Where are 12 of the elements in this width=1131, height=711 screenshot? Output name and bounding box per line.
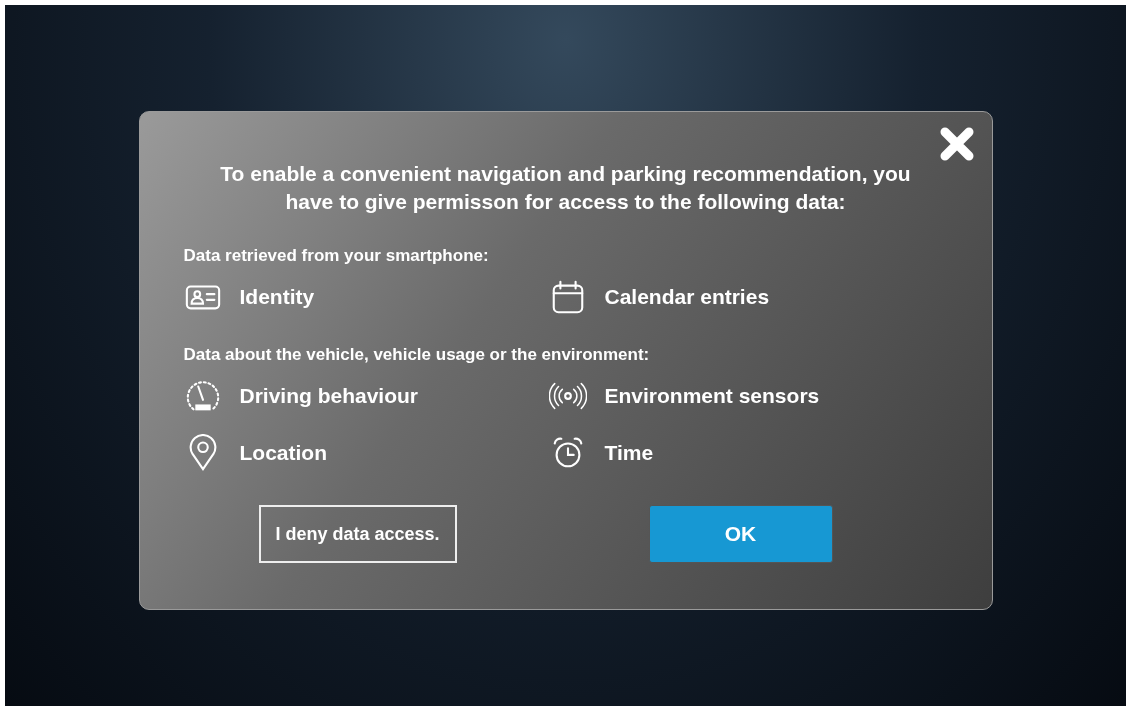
dialog-message: To enable a convenient navigation and parking recommendation, you have to give permisson for access to the following data: [219,161,912,215]
data-type-label: Identity [239,284,315,309]
section-heading: Data retrieved from your smartphone: [183,246,490,266]
section-heading: Data about the vehicle, vehicle usage or the environment: [183,345,651,365]
data-type-label: Location [239,440,327,465]
close-icon[interactable] [938,126,975,162]
data-type-label: Time [604,440,654,465]
deny-button[interactable]: I deny data access. [258,505,457,563]
data-type-label: Driving behaviour [239,383,419,408]
ok-button[interactable]: OK [648,505,833,563]
data-type-label: Environment sensors [604,383,820,408]
data-type-label: Calendar entries [604,284,770,309]
